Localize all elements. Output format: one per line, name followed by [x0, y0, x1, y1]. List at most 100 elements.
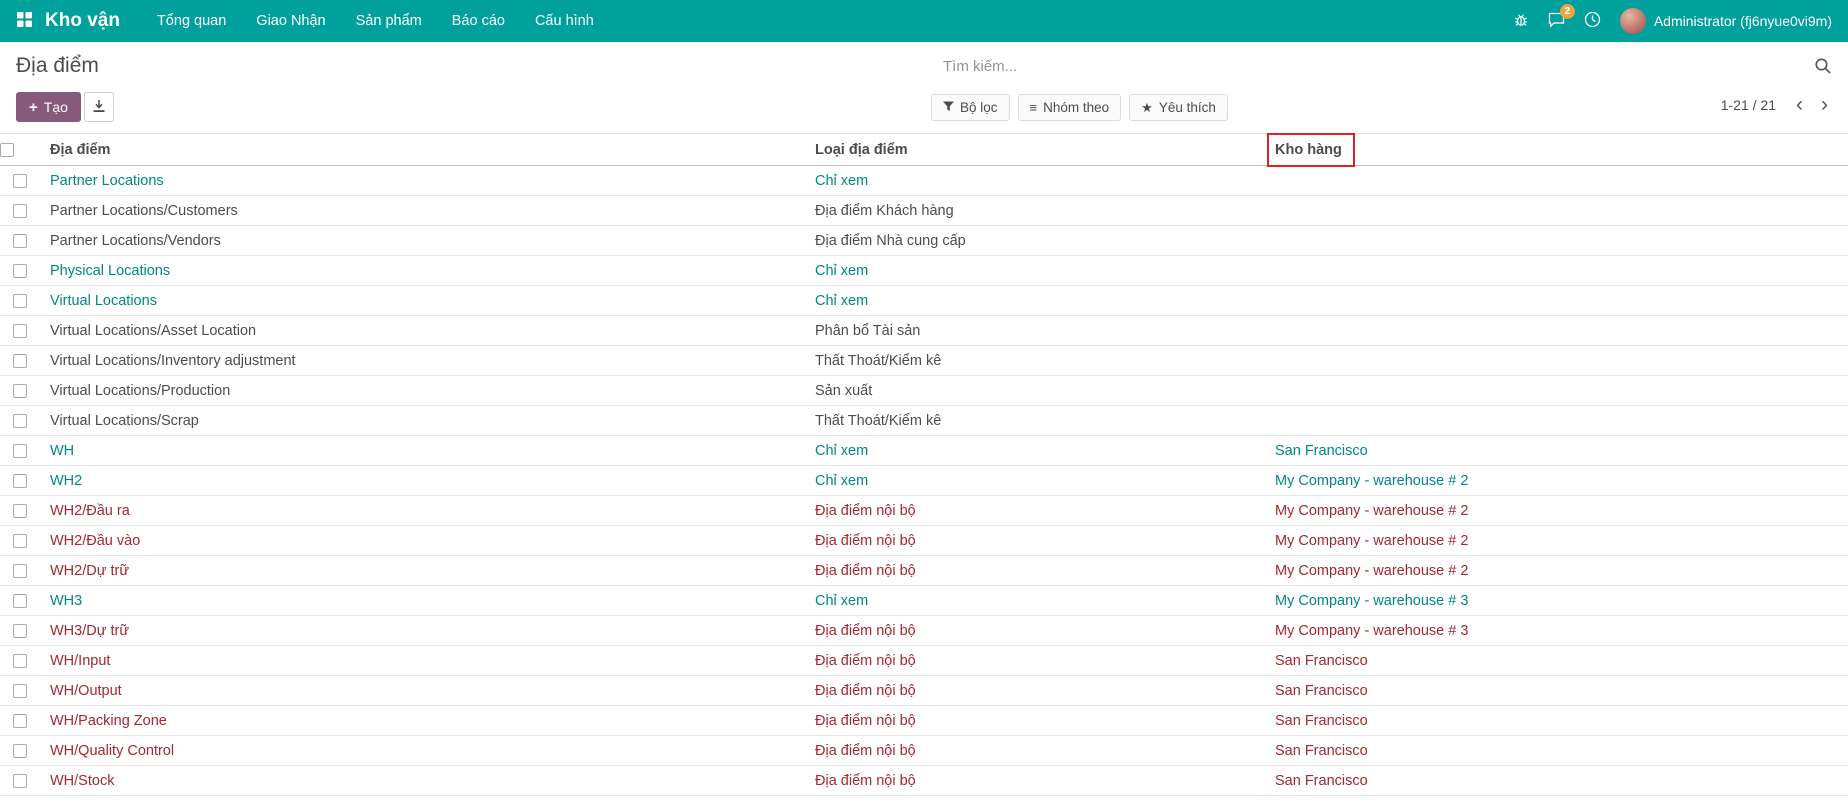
pager-next-button[interactable]: ›	[1815, 94, 1834, 115]
location-name-cell[interactable]: Partner Locations/Vendors	[40, 226, 805, 256]
location-name-cell[interactable]: Virtual Locations/Scrap	[40, 406, 805, 436]
row-checkbox[interactable]	[13, 624, 27, 638]
location-name-cell[interactable]: Virtual Locations/Asset Location	[40, 316, 805, 346]
table-row[interactable]: WH/Output Địa điểm nội bộ San Francisco	[0, 676, 1848, 706]
row-checkbox[interactable]	[13, 174, 27, 188]
filters-button[interactable]: Bộ lọc	[931, 94, 1010, 121]
row-checkbox[interactable]	[13, 594, 27, 608]
app-name[interactable]: Kho vận	[45, 10, 120, 32]
location-name-cell[interactable]: WH3/Dự trữ	[40, 616, 805, 646]
favorites-button[interactable]: ★ Yêu thích	[1129, 94, 1228, 121]
location-type-cell[interactable]: Địa điểm nội bộ	[805, 556, 1265, 586]
warehouse-cell[interactable]	[1265, 406, 1848, 436]
location-type-cell[interactable]: Sản xuất	[805, 376, 1265, 406]
location-name-cell[interactable]: Physical Locations	[40, 256, 805, 286]
location-type-cell[interactable]: Thất Thoát/Kiểm kê	[805, 406, 1265, 436]
row-checkbox[interactable]	[13, 444, 27, 458]
row-checkbox[interactable]	[13, 564, 27, 578]
warehouse-cell[interactable]	[1265, 316, 1848, 346]
warehouse-cell[interactable]	[1265, 376, 1848, 406]
menu-san-pham[interactable]: Sản phẩm	[341, 0, 437, 42]
location-type-cell[interactable]: Địa điểm Nhà cung cấp	[805, 226, 1265, 256]
table-row[interactable]: WH/Input Địa điểm nội bộ San Francisco	[0, 646, 1848, 676]
row-checkbox[interactable]	[13, 474, 27, 488]
table-row[interactable]: Virtual Locations/Inventory adjustment T…	[0, 346, 1848, 376]
search-input[interactable]	[943, 54, 1798, 79]
warehouse-cell[interactable]	[1265, 256, 1848, 286]
row-checkbox[interactable]	[13, 324, 27, 338]
row-checkbox[interactable]	[13, 504, 27, 518]
location-type-cell[interactable]: Chỉ xem	[805, 166, 1265, 196]
row-checkbox[interactable]	[13, 294, 27, 308]
location-name-cell[interactable]: Virtual Locations/Inventory adjustment	[40, 346, 805, 376]
location-type-cell[interactable]: Chỉ xem	[805, 466, 1265, 496]
row-checkbox[interactable]	[13, 714, 27, 728]
messages-button[interactable]: 2	[1548, 12, 1565, 31]
table-row[interactable]: WH Chỉ xem San Francisco	[0, 436, 1848, 466]
column-header-dia-diem[interactable]: Địa điểm	[40, 134, 805, 166]
location-name-cell[interactable]: WH/Input	[40, 646, 805, 676]
warehouse-cell[interactable]: San Francisco	[1265, 766, 1848, 796]
row-checkbox[interactable]	[13, 774, 27, 788]
menu-tong-quan[interactable]: Tổng quan	[142, 0, 241, 42]
location-name-cell[interactable]: WH/Output	[40, 676, 805, 706]
row-checkbox[interactable]	[13, 684, 27, 698]
search-button[interactable]	[1814, 57, 1832, 78]
location-type-cell[interactable]: Địa điểm nội bộ	[805, 736, 1265, 766]
location-name-cell[interactable]: WH3	[40, 586, 805, 616]
row-checkbox[interactable]	[13, 384, 27, 398]
location-type-cell[interactable]: Thất Thoát/Kiểm kê	[805, 346, 1265, 376]
row-checkbox[interactable]	[13, 234, 27, 248]
location-type-cell[interactable]: Địa điểm nội bộ	[805, 526, 1265, 556]
location-name-cell[interactable]: WH2/Đầu ra	[40, 496, 805, 526]
location-name-cell[interactable]: Partner Locations/Customers	[40, 196, 805, 226]
location-type-cell[interactable]: Chỉ xem	[805, 586, 1265, 616]
location-type-cell[interactable]: Địa điểm nội bộ	[805, 706, 1265, 736]
location-type-cell[interactable]: Địa điểm nội bộ	[805, 496, 1265, 526]
location-name-cell[interactable]: WH2/Đầu vào	[40, 526, 805, 556]
table-row[interactable]: WH2/Đầu vào Địa điểm nội bộ My Company -…	[0, 526, 1848, 556]
location-name-cell[interactable]: WH2	[40, 466, 805, 496]
table-row[interactable]: Physical Locations Chỉ xem	[0, 256, 1848, 286]
row-checkbox[interactable]	[13, 414, 27, 428]
warehouse-cell[interactable]	[1265, 286, 1848, 316]
location-name-cell[interactable]: Partner Locations	[40, 166, 805, 196]
warehouse-cell[interactable]: My Company - warehouse # 3	[1265, 616, 1848, 646]
pager-previous-button[interactable]: ‹	[1790, 94, 1809, 115]
warehouse-cell[interactable]: My Company - warehouse # 2	[1265, 556, 1848, 586]
warehouse-cell[interactable]	[1265, 196, 1848, 226]
location-name-cell[interactable]: WH/Quality Control	[40, 736, 805, 766]
location-type-cell[interactable]: Chỉ xem	[805, 436, 1265, 466]
location-name-cell[interactable]: Virtual Locations	[40, 286, 805, 316]
table-row[interactable]: Partner Locations Chỉ xem	[0, 166, 1848, 196]
table-row[interactable]: WH/Quality Control Địa điểm nội bộ San F…	[0, 736, 1848, 766]
location-name-cell[interactable]: WH/Packing Zone	[40, 706, 805, 736]
row-checkbox[interactable]	[13, 204, 27, 218]
row-checkbox[interactable]	[13, 264, 27, 278]
table-row[interactable]: Partner Locations/Vendors Địa điểm Nhà c…	[0, 226, 1848, 256]
location-name-cell[interactable]: Virtual Locations/Production	[40, 376, 805, 406]
column-header-kho-hang[interactable]: Kho hàng	[1265, 134, 1848, 166]
export-button[interactable]	[84, 92, 114, 122]
warehouse-cell[interactable]	[1265, 226, 1848, 256]
location-type-cell[interactable]: Phân bổ Tài sản	[805, 316, 1265, 346]
warehouse-cell[interactable]: My Company - warehouse # 2	[1265, 496, 1848, 526]
warehouse-cell[interactable]: San Francisco	[1265, 706, 1848, 736]
location-type-cell[interactable]: Địa điểm nội bộ	[805, 676, 1265, 706]
warehouse-cell[interactable]: My Company - warehouse # 2	[1265, 526, 1848, 556]
location-type-cell[interactable]: Địa điểm nội bộ	[805, 646, 1265, 676]
location-type-cell[interactable]: Chỉ xem	[805, 256, 1265, 286]
table-row[interactable]: WH2/Dự trữ Địa điểm nội bộ My Company - …	[0, 556, 1848, 586]
table-row[interactable]: Virtual Locations Chỉ xem	[0, 286, 1848, 316]
table-row[interactable]: Partner Locations/Customers Địa điểm Khá…	[0, 196, 1848, 226]
location-name-cell[interactable]: WH/Stock	[40, 766, 805, 796]
table-row[interactable]: WH/Packing Zone Địa điểm nội bộ San Fran…	[0, 706, 1848, 736]
location-type-cell[interactable]: Chỉ xem	[805, 286, 1265, 316]
table-row[interactable]: WH3/Dự trữ Địa điểm nội bộ My Company - …	[0, 616, 1848, 646]
warehouse-cell[interactable]: San Francisco	[1265, 676, 1848, 706]
table-row[interactable]: WH2/Đầu ra Địa điểm nội bộ My Company - …	[0, 496, 1848, 526]
warehouse-cell[interactable]: My Company - warehouse # 3	[1265, 586, 1848, 616]
location-name-cell[interactable]: WH2/Dự trữ	[40, 556, 805, 586]
row-checkbox[interactable]	[13, 654, 27, 668]
row-checkbox[interactable]	[13, 744, 27, 758]
